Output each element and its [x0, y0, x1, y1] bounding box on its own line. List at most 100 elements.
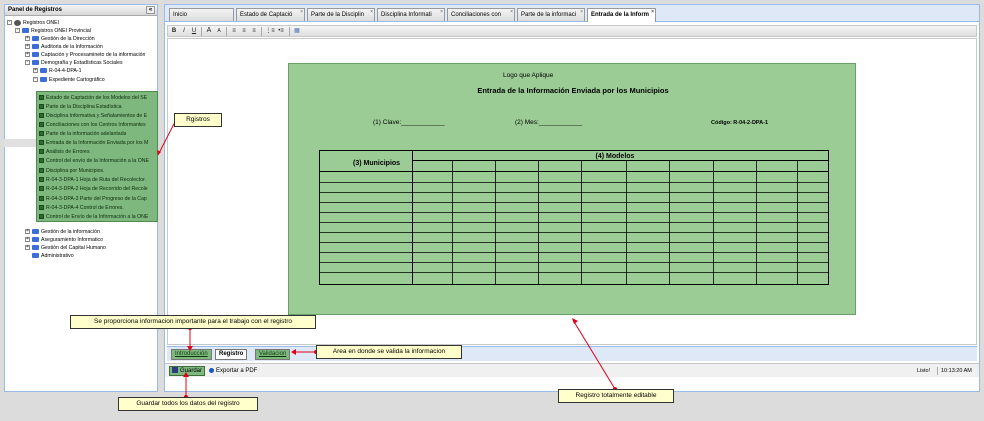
- expand-toggle-icon[interactable]: +: [25, 245, 30, 251]
- folder-icon: [32, 36, 39, 42]
- close-icon[interactable]: ×: [440, 10, 443, 15]
- tree-item[interactable]: + Gestión de la Dirección: [25, 35, 95, 43]
- exportar-pdf-button[interactable]: Exportar a PDF: [209, 367, 257, 375]
- tree-doc[interactable]: R-04-3-DPA-4 Control de Errores.: [39, 204, 124, 212]
- tree-item[interactable]: + Aseguramiento Informatico: [25, 236, 103, 244]
- document-icon: [39, 104, 44, 110]
- document-icon: [39, 205, 44, 211]
- tree-item[interactable]: + Captación y Procesamineto de la informa…: [25, 51, 145, 59]
- collapse-icon[interactable]: «: [146, 6, 155, 14]
- close-icon[interactable]: ×: [510, 10, 513, 15]
- tree-item[interactable]: + R-04-4-DPA-1: [33, 67, 81, 75]
- registro-document[interactable]: Logo que Aplique Entrada de la Informaci…: [288, 63, 856, 315]
- document-icon: [39, 214, 44, 220]
- tree-doc[interactable]: Disciplina por Municipios.: [39, 167, 105, 175]
- status-time: 10:13:20 AM: [937, 367, 972, 375]
- expand-toggle-icon[interactable]: +: [33, 68, 38, 74]
- font-grow-button[interactable]: A: [205, 27, 213, 35]
- tree-doc[interactable]: R-04-3-DPA-2 Hoja de Recorrido del Recol…: [39, 185, 148, 193]
- align-center-button[interactable]: ≡: [240, 27, 248, 35]
- folder-icon: [32, 253, 39, 259]
- tab-registro[interactable]: Registro: [215, 349, 248, 360]
- folder-icon: [32, 229, 39, 235]
- expand-toggle-icon[interactable]: +: [25, 52, 30, 58]
- tab-conciliaciones[interactable]: Conciliaciones con ×: [447, 8, 515, 21]
- tab-inicio[interactable]: Inicio: [169, 8, 234, 21]
- close-icon[interactable]: ×: [580, 10, 583, 15]
- tree-doc[interactable]: Estado de Captación de los Modelos del S…: [39, 94, 147, 102]
- municipios-modelos-table[interactable]: (3) Municipios (4) Modelos: [319, 150, 829, 285]
- document-title: Entrada de la Información Enviada por lo…: [477, 86, 669, 95]
- tab-entrada-informacion[interactable]: Entrada de la Inform ×: [587, 8, 656, 22]
- document-icon: [39, 113, 44, 119]
- tab-parte-informacion[interactable]: Parte de la informaci ×: [517, 8, 585, 21]
- collapse-toggle-icon[interactable]: -: [7, 20, 12, 26]
- tree-doc-selected[interactable]: Entrada de la Información Enviada por lo…: [39, 139, 148, 147]
- registro-editor[interactable]: Logo que Aplique Entrada de la Informaci…: [167, 38, 977, 345]
- align-left-button[interactable]: ≡: [230, 27, 238, 35]
- tree-item[interactable]: Administrativo: [32, 252, 74, 260]
- callout-validacion: Area en donde se valida la informacion: [316, 345, 462, 359]
- tree-item[interactable]: - Demografía y Estadísticas Sociales: [25, 59, 123, 67]
- callout-editable: Registro totalmente editable: [558, 389, 674, 403]
- folder-icon: [32, 52, 39, 58]
- font-shrink-button[interactable]: A: [215, 27, 223, 35]
- tree-provincial[interactable]: - Registros ONEI Provincial: [15, 27, 91, 35]
- tab-disciplina-informativa[interactable]: Disciplina Informati ×: [377, 8, 445, 21]
- document-icon: [39, 149, 44, 155]
- editor-toolbar: B I U A A ≡ ≡ ≡ ⋮≡ •≡ ▦: [167, 25, 977, 37]
- collapse-toggle-icon[interactable]: -: [15, 28, 20, 34]
- codigo-label: Código: R-04-2-DPA-1: [711, 120, 769, 126]
- modelos-header: (4) Modelos: [596, 153, 635, 160]
- italic-button[interactable]: I: [180, 27, 188, 35]
- expand-toggle-icon[interactable]: +: [25, 36, 30, 42]
- expand-toggle-icon[interactable]: +: [25, 44, 30, 50]
- bold-button[interactable]: B: [170, 27, 178, 35]
- logo-placeholder: Logo que Aplique: [503, 72, 554, 79]
- tree-item[interactable]: + Gestión de la información: [25, 228, 100, 236]
- mes-field[interactable]: (2) Mes:____________: [515, 119, 582, 126]
- tree-doc[interactable]: R-04-3-DPA-3 Parte del Progreso de la Ca…: [39, 195, 147, 203]
- close-icon[interactable]: ×: [370, 10, 373, 15]
- ordered-list-button[interactable]: ⋮≡: [265, 27, 275, 35]
- underline-button[interactable]: U: [190, 27, 198, 35]
- municipios-header: (3) Municipios: [353, 160, 400, 167]
- expand-toggle-icon[interactable]: +: [25, 229, 30, 235]
- document-icon: [39, 158, 44, 164]
- close-icon[interactable]: ×: [651, 10, 654, 15]
- toolbar-separator: [226, 27, 227, 36]
- panel-title: Panel de Registros: [8, 7, 63, 13]
- main-panel: Inicio Estado de Captació × Parte de la D…: [164, 4, 980, 392]
- tree-item[interactable]: + Gestión del Capital Humano: [25, 244, 106, 252]
- tree-doc[interactable]: R-04-3-DPA-1 Hoja de Ruta del Recolector…: [39, 176, 146, 184]
- close-icon[interactable]: ×: [300, 10, 303, 15]
- toolbar-separator: [261, 27, 262, 36]
- clave-field[interactable]: (1) Clave:____________: [373, 119, 445, 126]
- tree-item[interactable]: - Expediente Cartográfico: [33, 76, 105, 84]
- collapse-toggle-icon[interactable]: -: [33, 77, 38, 83]
- source-edit-button[interactable]: ▦: [293, 27, 301, 35]
- status-bar: Guardar Exportar a PDF Listo! 10:13:20 A…: [165, 363, 979, 377]
- tree-doc[interactable]: Control del envío de la Información a la…: [39, 157, 149, 165]
- registros-list-highlight: Estado de Captación de los Modelos del S…: [36, 91, 158, 222]
- tab-parte-disciplina[interactable]: Parte de la Disciplin ×: [307, 8, 375, 21]
- guardar-button[interactable]: Guardar: [169, 366, 206, 376]
- tree-item[interactable]: + Auditoria de la Información: [25, 43, 103, 51]
- tree-doc[interactable]: Parte de la Disciplina Estadística: [39, 103, 122, 111]
- toolbar-separator: [201, 27, 202, 36]
- tree-doc[interactable]: Control de Envío de la Información a la …: [39, 213, 148, 221]
- tree-root[interactable]: - Registros ONEI: [7, 19, 59, 27]
- document-icon: [39, 122, 44, 128]
- tab-estado-captacion[interactable]: Estado de Captació ×: [236, 8, 305, 21]
- tree-doc[interactable]: Parte de la información adelantada: [39, 130, 126, 138]
- tree-doc[interactable]: Conciliaciones con los Centros Informant…: [39, 121, 146, 129]
- document-icon: [39, 168, 44, 174]
- tab-introduccion[interactable]: Introducción: [171, 349, 212, 360]
- unordered-list-button[interactable]: •≡: [276, 27, 286, 35]
- tree-doc[interactable]: Análisis de Errores: [39, 148, 90, 156]
- tab-validacion[interactable]: Validacion: [255, 349, 291, 360]
- expand-toggle-icon[interactable]: +: [25, 237, 30, 243]
- tree-doc[interactable]: Disciplina Informativa y Señalamientos d…: [39, 112, 147, 120]
- align-right-button[interactable]: ≡: [250, 27, 258, 35]
- collapse-toggle-icon[interactable]: -: [25, 60, 30, 66]
